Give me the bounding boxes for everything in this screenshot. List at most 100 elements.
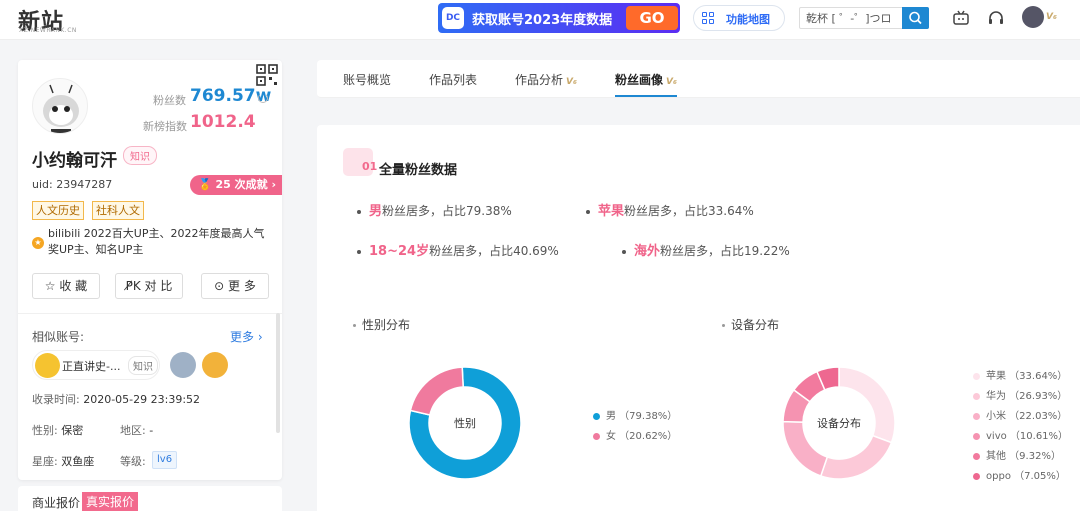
tab-account-overview[interactable]: 账号概览 — [343, 71, 391, 88]
fan-fact: 海外粉丝居多，占比19.22% — [622, 240, 790, 259]
divider — [18, 313, 282, 314]
legend-swatch — [973, 392, 980, 400]
gender-donut-chart: 性别 — [408, 366, 522, 480]
legend-swatch — [973, 372, 980, 380]
category-tag: 社科人文 — [92, 201, 144, 220]
business-quote-label: 商业报价 — [32, 496, 81, 510]
region-info: 地区: - — [120, 422, 153, 438]
fan-portrait-panel: 01 全量粉丝数据 男粉丝居多，占比79.38% 苹果粉丝居多，占比33.64%… — [317, 125, 1080, 511]
donut-slice-女[interactable] — [409, 366, 464, 416]
legend-item[interactable]: 华为 （26.93%） — [973, 387, 1067, 402]
region-label: 地区: — [120, 424, 146, 437]
legend-item[interactable]: 其他 （9.32%） — [973, 447, 1061, 462]
top-bar: 新站 XZ.NEWRANK.CN DC 获取账号2023年度数据 GO 功能地图… — [0, 0, 1080, 40]
section-number: 01 — [362, 160, 378, 173]
index-label: 新榜指数 — [143, 120, 187, 133]
donut-slice-华为[interactable] — [819, 434, 893, 480]
headset-icon[interactable] — [987, 9, 1005, 27]
compare-button[interactable]: P̸K 对 比 — [115, 273, 183, 299]
fact-highlight: 18~24岁 — [369, 244, 430, 259]
legend-item[interactable]: 女 （20.62%） — [593, 427, 677, 442]
favorite-button[interactable]: ☆ 收 藏 — [32, 273, 100, 299]
vip-badge: V₆ — [566, 77, 577, 87]
legend-label: oppo （7.05%） — [986, 471, 1066, 482]
donut-center-label: 设备分布 — [817, 416, 861, 430]
donut-slice-苹果[interactable] — [838, 366, 896, 444]
legend-swatch — [973, 412, 980, 420]
legend-swatch — [593, 432, 600, 440]
level-info: 等级: — [120, 455, 146, 468]
level-badge: lv6 — [152, 451, 178, 469]
index-value: 1012.4 — [190, 112, 256, 132]
search-button[interactable] — [902, 7, 929, 29]
similar-more-link[interactable]: 更多 › — [230, 328, 263, 345]
tab-bar: 账号概览 作品列表 作品分析 V₆ 粉丝画像 V₆ — [317, 60, 1080, 98]
tab-fan-portrait[interactable]: 粉丝画像 V₆ — [615, 71, 677, 88]
promo-go-button[interactable]: GO — [626, 6, 678, 30]
fact-text: 粉丝居多，占比79.38% — [382, 204, 512, 218]
device-donut-chart: 设备分布 — [782, 366, 896, 480]
annual-report-banner[interactable]: DC 获取账号2023年度数据 GO — [438, 3, 680, 33]
refresh-icon[interactable] — [258, 93, 268, 103]
region-value: - — [149, 424, 154, 437]
fact-highlight: 苹果 — [598, 204, 625, 219]
similar-account-avatar[interactable] — [202, 352, 228, 378]
constellation-label: 星座: — [32, 455, 58, 468]
fans-label: 粉丝数 — [153, 94, 186, 107]
tv-icon[interactable] — [952, 9, 970, 27]
legend-swatch — [973, 452, 980, 460]
gender-label: 性别: — [32, 424, 58, 437]
donut-center-label: 性别 — [454, 416, 476, 430]
category-tag: 人文历史 — [32, 201, 84, 220]
qr-code-icon[interactable] — [256, 64, 278, 86]
collect-time-value: 2020-05-29 23:39:52 — [83, 393, 201, 406]
similar-account-tag: 知识 — [128, 356, 158, 375]
achievement-label: 25 次成就 › — [215, 178, 277, 191]
business-quote-card: 商业报价 真实报价 — [18, 486, 282, 511]
legend-item[interactable]: oppo （7.05%） — [973, 467, 1066, 482]
account-uid: uid: 23947287 — [32, 178, 113, 191]
legend-label: 华为 （26.93%） — [986, 391, 1068, 402]
site-logo-sub: XZ.NEWRANK.CN — [19, 27, 77, 34]
award-icon: ★ — [32, 237, 44, 249]
collect-time: 收录时间: 2020-05-29 23:39:52 — [32, 391, 200, 407]
device-chart-title: 设备分布 — [722, 316, 779, 333]
similar-account-chip[interactable]: 正直讲史-... 知识 — [32, 350, 160, 380]
legend-label: vivo （10.61%） — [986, 431, 1069, 442]
active-tab-indicator — [615, 95, 677, 97]
promo-text: 获取账号2023年度数据 — [472, 13, 613, 28]
legend-label: 其他 （9.32%） — [986, 451, 1061, 462]
search-input[interactable] — [800, 8, 903, 28]
account-category-tag: 知识 — [123, 146, 157, 165]
profile-avatar[interactable] — [32, 78, 88, 134]
real-quote-tag[interactable]: 真实报价 — [82, 492, 139, 511]
achievement-badge[interactable]: 🏅 25 次成就 › — [190, 175, 282, 195]
user-avatar[interactable] — [1022, 6, 1044, 28]
tab-works-analysis[interactable]: 作品分析 V₆ — [515, 71, 577, 88]
similar-account-avatar[interactable] — [170, 352, 196, 378]
tab-works-list[interactable]: 作品列表 — [429, 71, 477, 88]
legend-label: 男 （79.38%） — [606, 411, 678, 422]
similar-account-name: 正直讲史-... — [62, 360, 121, 373]
legend-item[interactable]: 小米 （22.03%） — [973, 407, 1067, 422]
fact-highlight: 海外 — [634, 244, 661, 259]
search-box — [799, 7, 929, 29]
gender-info: 性别: 保密 — [32, 422, 83, 438]
similar-account-avatar — [35, 353, 60, 378]
profile-scrollbar[interactable] — [276, 313, 280, 433]
fact-text: 粉丝居多，占比40.69% — [429, 244, 559, 258]
legend-item[interactable]: 男 （79.38%） — [593, 407, 677, 422]
grid-icon — [702, 12, 714, 24]
legend-item[interactable]: 苹果 （33.64%） — [973, 367, 1067, 382]
gender-chart-title: 性别分布 — [353, 316, 410, 333]
account-intro: bilibili 2022百大UP主、2022年度最高人气奖UP主、知名UP主 — [48, 227, 265, 256]
feature-map-button[interactable]: 功能地图 — [693, 5, 785, 31]
legend-swatch — [973, 432, 980, 440]
legend-label: 苹果 （33.64%） — [986, 371, 1068, 382]
more-button[interactable]: ⊙ 更 多 — [201, 273, 269, 299]
fact-text: 粉丝居多，占比19.22% — [660, 244, 790, 258]
account-name: 小约翰可汗 — [32, 151, 117, 171]
fact-text: 粉丝居多，占比33.64% — [624, 204, 754, 218]
legend-item[interactable]: vivo （10.61%） — [973, 427, 1068, 442]
similar-accounts-label: 相似账号: — [32, 330, 85, 344]
